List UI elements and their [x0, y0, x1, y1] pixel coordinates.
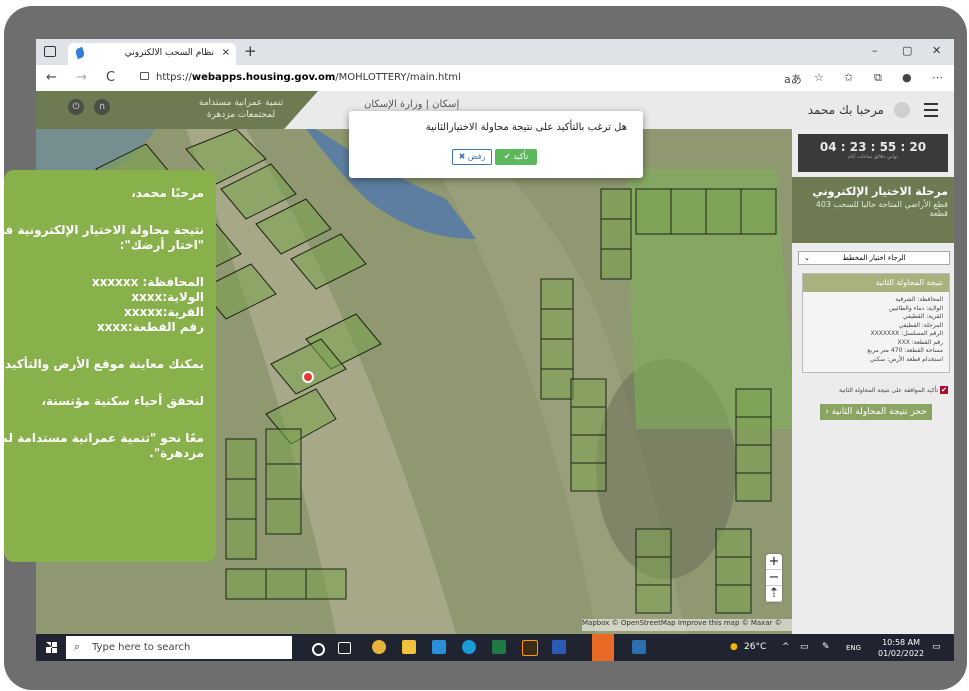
- windows-start-icon[interactable]: [46, 642, 57, 653]
- collections-icon[interactable]: ⧉: [874, 71, 882, 85]
- plan-select-label: الرجاء اختيار المخطط: [842, 254, 906, 262]
- stage-description: قطع الأراضي المتاحة حاليا للسحب 403 قطعة: [815, 200, 948, 218]
- chrome-icon[interactable]: [372, 640, 386, 654]
- profile-icon[interactable]: ●: [902, 71, 912, 84]
- tray-chevron-icon[interactable]: ^: [782, 642, 790, 652]
- read-aloud-icon[interactable]: aあ: [784, 71, 802, 87]
- task-view-icon[interactable]: [338, 642, 351, 654]
- header-banner: ⏻ ∩ تنمية عمرانية مستدامة لمجتمعات مزدهر…: [36, 91, 318, 129]
- settings-app-icon[interactable]: [592, 634, 614, 661]
- weather-icon: ●: [730, 642, 738, 652]
- photos-icon[interactable]: [632, 640, 646, 654]
- search-icon: ⌕: [74, 640, 81, 653]
- notification-icon[interactable]: ▭: [932, 642, 941, 652]
- zoom-out-button[interactable]: −: [766, 570, 782, 586]
- minimize-button[interactable]: –: [872, 44, 878, 57]
- favorites-bar-icon[interactable]: ✩: [844, 71, 853, 84]
- result-card: نتيجة المحاولة الثانية المحافظة: الشرقية…: [802, 273, 950, 373]
- language-indicator[interactable]: ENG: [846, 644, 861, 652]
- cortana-icon[interactable]: [312, 643, 325, 656]
- user-avatar[interactable]: [894, 102, 910, 118]
- plan-select[interactable]: ⌄ الرجاء اختيار المخطط: [798, 251, 950, 265]
- network-icon[interactable]: ▭: [800, 642, 809, 652]
- url-field[interactable]: https://webapps.housing.gov.om/MOHLOTTER…: [132, 68, 772, 88]
- temperature[interactable]: 26°C: [744, 642, 766, 652]
- chevron-down-icon: ⌄: [804, 254, 810, 262]
- dialog-question: هل ترغب بالتأكيد على نتيجة محاولة الاختي…: [425, 122, 627, 133]
- illustrator-icon[interactable]: [522, 640, 538, 656]
- windows-taskbar: ⌕ Type here to search ● 26°C ^ ▭ ✎ ENG 1…: [36, 634, 954, 661]
- favicon-icon: [74, 46, 86, 60]
- address-bar-row: ← → C https://webapps.housing.gov.om/MOH…: [36, 65, 954, 92]
- browser-tab-bar: نظام السحب الالكتروني × + – ▢ ✕: [36, 39, 954, 65]
- power-icon[interactable]: ⏻: [68, 99, 84, 115]
- menu-icon[interactable]: [924, 103, 938, 117]
- checkbox-checked-icon[interactable]: ✔: [940, 386, 948, 394]
- timer-units: ثواني دقائق ساعات أيام: [848, 154, 898, 160]
- url-text: https://webapps.housing.gov.om/MOHLOTTER…: [156, 72, 461, 83]
- back-icon[interactable]: ←: [46, 70, 57, 85]
- book-result-button[interactable]: حجز نتيجة المحاولة الثانية ‹: [820, 404, 932, 420]
- settings-more-icon[interactable]: ⋯: [932, 71, 943, 84]
- compass-button[interactable]: ⇡: [766, 586, 782, 602]
- mail-icon[interactable]: [432, 640, 446, 654]
- result-details: المحافظة: الشرقية الولاية: دماء والطائيين…: [867, 296, 943, 363]
- confirm-button[interactable]: ✔ تأكيد: [495, 149, 537, 165]
- message-card: مرحبًا محمد، نتيجة محاولة الاختيار الإلك…: [4, 170, 216, 562]
- maximize-button[interactable]: ▢: [902, 44, 912, 57]
- confirm-dialog: هل ترغب بالتأكيد على نتيجة محاولة الاختي…: [349, 111, 643, 178]
- headset-icon[interactable]: ∩: [94, 99, 110, 115]
- map-attribution[interactable]: Mapbox © OpenStreetMap Improve this map …: [582, 619, 792, 631]
- stage-box: مرحلة الاختيار الإلكتروني قطع الأراضي ال…: [792, 177, 954, 243]
- word-icon[interactable]: [552, 640, 566, 654]
- message-text: مرحبًا محمد، نتيجة محاولة الاختيار الإلك…: [4, 186, 204, 460]
- tab-title: نظام السحب الالكتروني: [124, 48, 214, 58]
- system-clock[interactable]: 10:58 AM 01/02/2022: [878, 637, 924, 659]
- tab-actions-icon[interactable]: [44, 46, 56, 57]
- timer-value: 04 : 23 : 55 : 20: [819, 140, 927, 154]
- right-panel: 04 : 23 : 55 : 20 ثواني دقائق ساعات أيام…: [792, 129, 954, 634]
- confirm-checkbox-label: تأكيد الموافقة على نتيجة المحاولة الثاني…: [838, 387, 939, 394]
- confirm-checkbox-row[interactable]: ✔ تأكيد الموافقة على نتيجة المحاولة الثا…: [798, 386, 948, 394]
- zoom-in-button[interactable]: +: [766, 554, 782, 570]
- close-window-button[interactable]: ✕: [932, 44, 941, 57]
- pen-icon[interactable]: ✎: [822, 642, 830, 652]
- countdown-timer: 04 : 23 : 55 : 20 ثواني دقائق ساعات أيام: [798, 134, 948, 172]
- forward-icon[interactable]: →: [76, 70, 87, 85]
- lock-icon: [140, 72, 149, 80]
- map-zoom-controls: + − ⇡: [766, 554, 782, 602]
- excel-icon[interactable]: [492, 640, 506, 654]
- result-title: نتيجة المحاولة الثانية: [803, 274, 949, 292]
- browser-tab[interactable]: نظام السحب الالكتروني ×: [68, 43, 236, 65]
- taskbar-search-input[interactable]: ⌕ Type here to search: [66, 636, 292, 659]
- new-tab-button[interactable]: +: [244, 42, 257, 60]
- favorite-star-icon[interactable]: ☆: [814, 71, 824, 84]
- file-explorer-icon[interactable]: [402, 640, 416, 654]
- reload-icon[interactable]: C: [106, 70, 115, 85]
- edge-icon[interactable]: [462, 640, 476, 654]
- reject-button[interactable]: ✖ رفض: [452, 149, 492, 165]
- tab-close-icon[interactable]: ×: [222, 47, 230, 58]
- stage-title: مرحلة الاختيار الإلكتروني: [812, 185, 948, 198]
- header-slogan: تنمية عمرانية مستدامة لمجتمعات مزدهرة: [198, 98, 284, 120]
- user-greeting: مرحبا بك محمد: [807, 103, 884, 117]
